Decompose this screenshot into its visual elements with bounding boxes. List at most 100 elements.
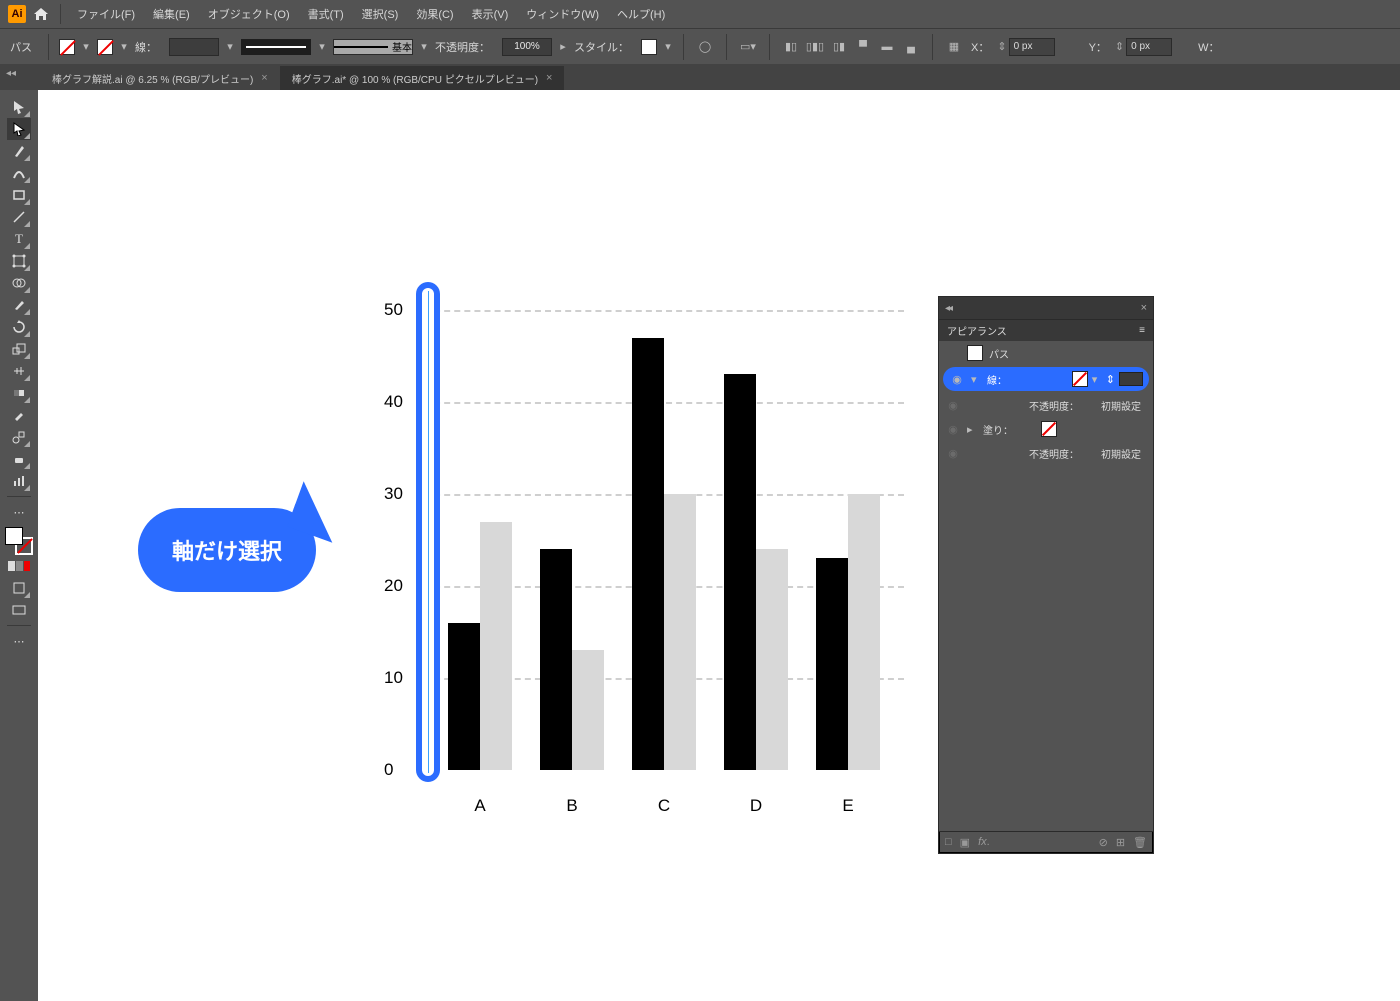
x-field[interactable]: 0 px [1009,38,1055,56]
y-field[interactable]: 0 px [1126,38,1172,56]
scale-tool-icon[interactable] [7,338,31,360]
stroke-weight-field[interactable] [1119,372,1143,386]
menu-help[interactable]: ヘルプ(H) [611,2,671,26]
align-vcenter-icon[interactable]: ▬ [876,36,898,58]
visibility-icon[interactable]: ◉ [945,423,961,436]
screen-mode-icon[interactable] [7,599,31,621]
appearance-fill-row[interactable]: ◉ ▸ 塗り： [939,417,1153,441]
panel-menu-icon[interactable]: ≡ [1139,325,1145,336]
chevron-down-icon[interactable]: ▾ [971,373,981,386]
document-tab[interactable]: 棒グラフ.ai* @ 100 % (RGB/CPU ピクセルプレビュー) × [280,66,565,90]
visibility-icon[interactable]: ◉ [949,373,965,386]
collapse-toolbar-icon[interactable]: ⋯ [7,630,31,652]
stroke-profile-dropdown[interactable]: 基本 [333,39,413,55]
bar-b-series1[interactable] [540,549,572,770]
document-tab[interactable]: 棒グラフ解説.ai @ 6.25 % (RGB/プレビュー) × [40,66,280,90]
bar-c-series2[interactable] [664,494,696,770]
appearance-panel[interactable]: ◂◂ × アピアランス ≡ パス ◉ ▾ [938,296,1154,854]
align-bottom-icon[interactable]: ▄ [900,36,922,58]
opacity-field[interactable]: 100% [502,38,552,56]
home-icon[interactable] [32,6,50,22]
panel-tab[interactable]: アピアランス ≡ [939,319,1153,341]
width-tool-icon[interactable] [7,360,31,382]
chevron-down-icon[interactable]: ▾ [1092,373,1102,386]
visibility-icon[interactable]: ◉ [945,399,961,412]
curvature-tool-icon[interactable] [7,162,31,184]
menu-window[interactable]: ウィンドウ(W) [520,2,605,26]
visibility-icon[interactable]: ◉ [945,447,961,460]
chevron-right-icon[interactable]: ▸ [558,40,568,53]
bar-e-series1[interactable] [816,558,848,770]
style-swatch[interactable] [641,39,657,55]
chevron-down-icon[interactable]: ▾ [81,40,91,53]
chevron-down-icon[interactable]: ▾ [419,40,429,53]
canvas-area[interactable]: 0 10 20 30 40 50 A [38,90,1400,1001]
bar-a-series2[interactable] [480,522,512,770]
add-effect-icon[interactable]: fx. [978,836,990,849]
appearance-stroke-opacity-row[interactable]: ◉ 不透明度： 初期設定 [939,393,1153,417]
appearance-path-row[interactable]: パス [939,341,1153,365]
blend-tool-icon[interactable] [7,426,31,448]
bar-b-series2[interactable] [572,650,604,770]
eyedropper-tool-icon[interactable] [7,404,31,426]
transform-icon[interactable]: ▦ [943,36,965,58]
collapse-icon[interactable]: ◂◂ [945,303,951,314]
gradient-tool-icon[interactable] [7,382,31,404]
appearance-stroke-row[interactable]: ◉ ▾ 線： ▾ ⇕ [943,367,1149,391]
rotate-tool-icon[interactable] [7,316,31,338]
chevron-down-icon[interactable]: ▾ [317,40,327,53]
close-icon[interactable]: × [546,72,552,84]
rectangle-tool-icon[interactable] [7,184,31,206]
menu-object[interactable]: オブジェクト(O) [202,2,296,26]
duplicate-icon[interactable]: ⊞ [1116,836,1125,849]
direct-selection-tool-icon[interactable] [7,118,31,140]
close-icon[interactable]: × [1141,302,1147,314]
paintbrush-tool-icon[interactable] [7,294,31,316]
clear-icon[interactable]: ⊘ [1099,836,1108,849]
column-graph-tool-icon[interactable] [7,470,31,492]
align-right-icon[interactable]: ▯▮ [828,36,850,58]
chevron-down-icon[interactable]: ▾ [119,40,129,53]
align-to-icon[interactable]: ▭▾ [737,36,759,58]
stroke-type-dropdown[interactable] [241,39,311,55]
color-mode-icon[interactable] [7,555,31,577]
close-icon[interactable]: × [261,72,267,84]
eraser-tool-icon[interactable] [7,448,31,470]
stroke-swatch[interactable] [97,39,113,55]
chevron-down-icon[interactable]: ▾ [225,40,235,53]
menu-select[interactable]: 選択(S) [356,2,405,26]
menu-file[interactable]: ファイル(F) [71,2,141,26]
selection-tool-icon[interactable] [7,96,31,118]
stroke-color-swatch[interactable] [1072,371,1088,387]
add-stroke-icon[interactable]: □ [945,836,952,849]
panel-header[interactable]: ◂◂ × [939,297,1153,319]
stroke-weight-field[interactable] [169,38,219,56]
menu-type[interactable]: 書式(T) [302,2,350,26]
type-tool-icon[interactable]: T [7,228,31,250]
bar-d-series1[interactable] [724,374,756,770]
align-hcenter-icon[interactable]: ▯▮▯ [804,36,826,58]
add-fill-icon[interactable]: ▣ [960,836,970,849]
free-transform-tool-icon[interactable] [7,250,31,272]
menu-edit[interactable]: 編集(E) [147,2,196,26]
shape-builder-tool-icon[interactable] [7,272,31,294]
y-axis-selection[interactable] [416,282,440,782]
fill-stroke-indicator[interactable] [5,527,33,555]
fill-indicator[interactable] [5,527,23,545]
appearance-opacity-row[interactable]: ◉ 不透明度： 初期設定 [939,441,1153,465]
menu-effect[interactable]: 効果(C) [410,2,459,26]
menu-view[interactable]: 表示(V) [466,2,515,26]
align-left-icon[interactable]: ▮▯ [780,36,802,58]
bar-c-series1[interactable] [632,338,664,770]
stepper-icon[interactable]: ⇕ [997,40,1006,53]
align-top-icon[interactable]: ▀ [852,36,874,58]
bar-d-series2[interactable] [756,549,788,770]
panel-toggle-icon[interactable]: ◂◂ [6,68,16,79]
fill-color-swatch[interactable] [1041,421,1057,437]
bar-e-series2[interactable] [848,494,880,770]
chevron-right-icon[interactable]: ▸ [967,423,977,436]
fill-swatch[interactable] [59,39,75,55]
bar-a-series1[interactable] [448,623,480,770]
chevron-down-icon[interactable]: ▾ [663,40,673,53]
stepper-icon[interactable]: ⇕ [1106,373,1115,386]
